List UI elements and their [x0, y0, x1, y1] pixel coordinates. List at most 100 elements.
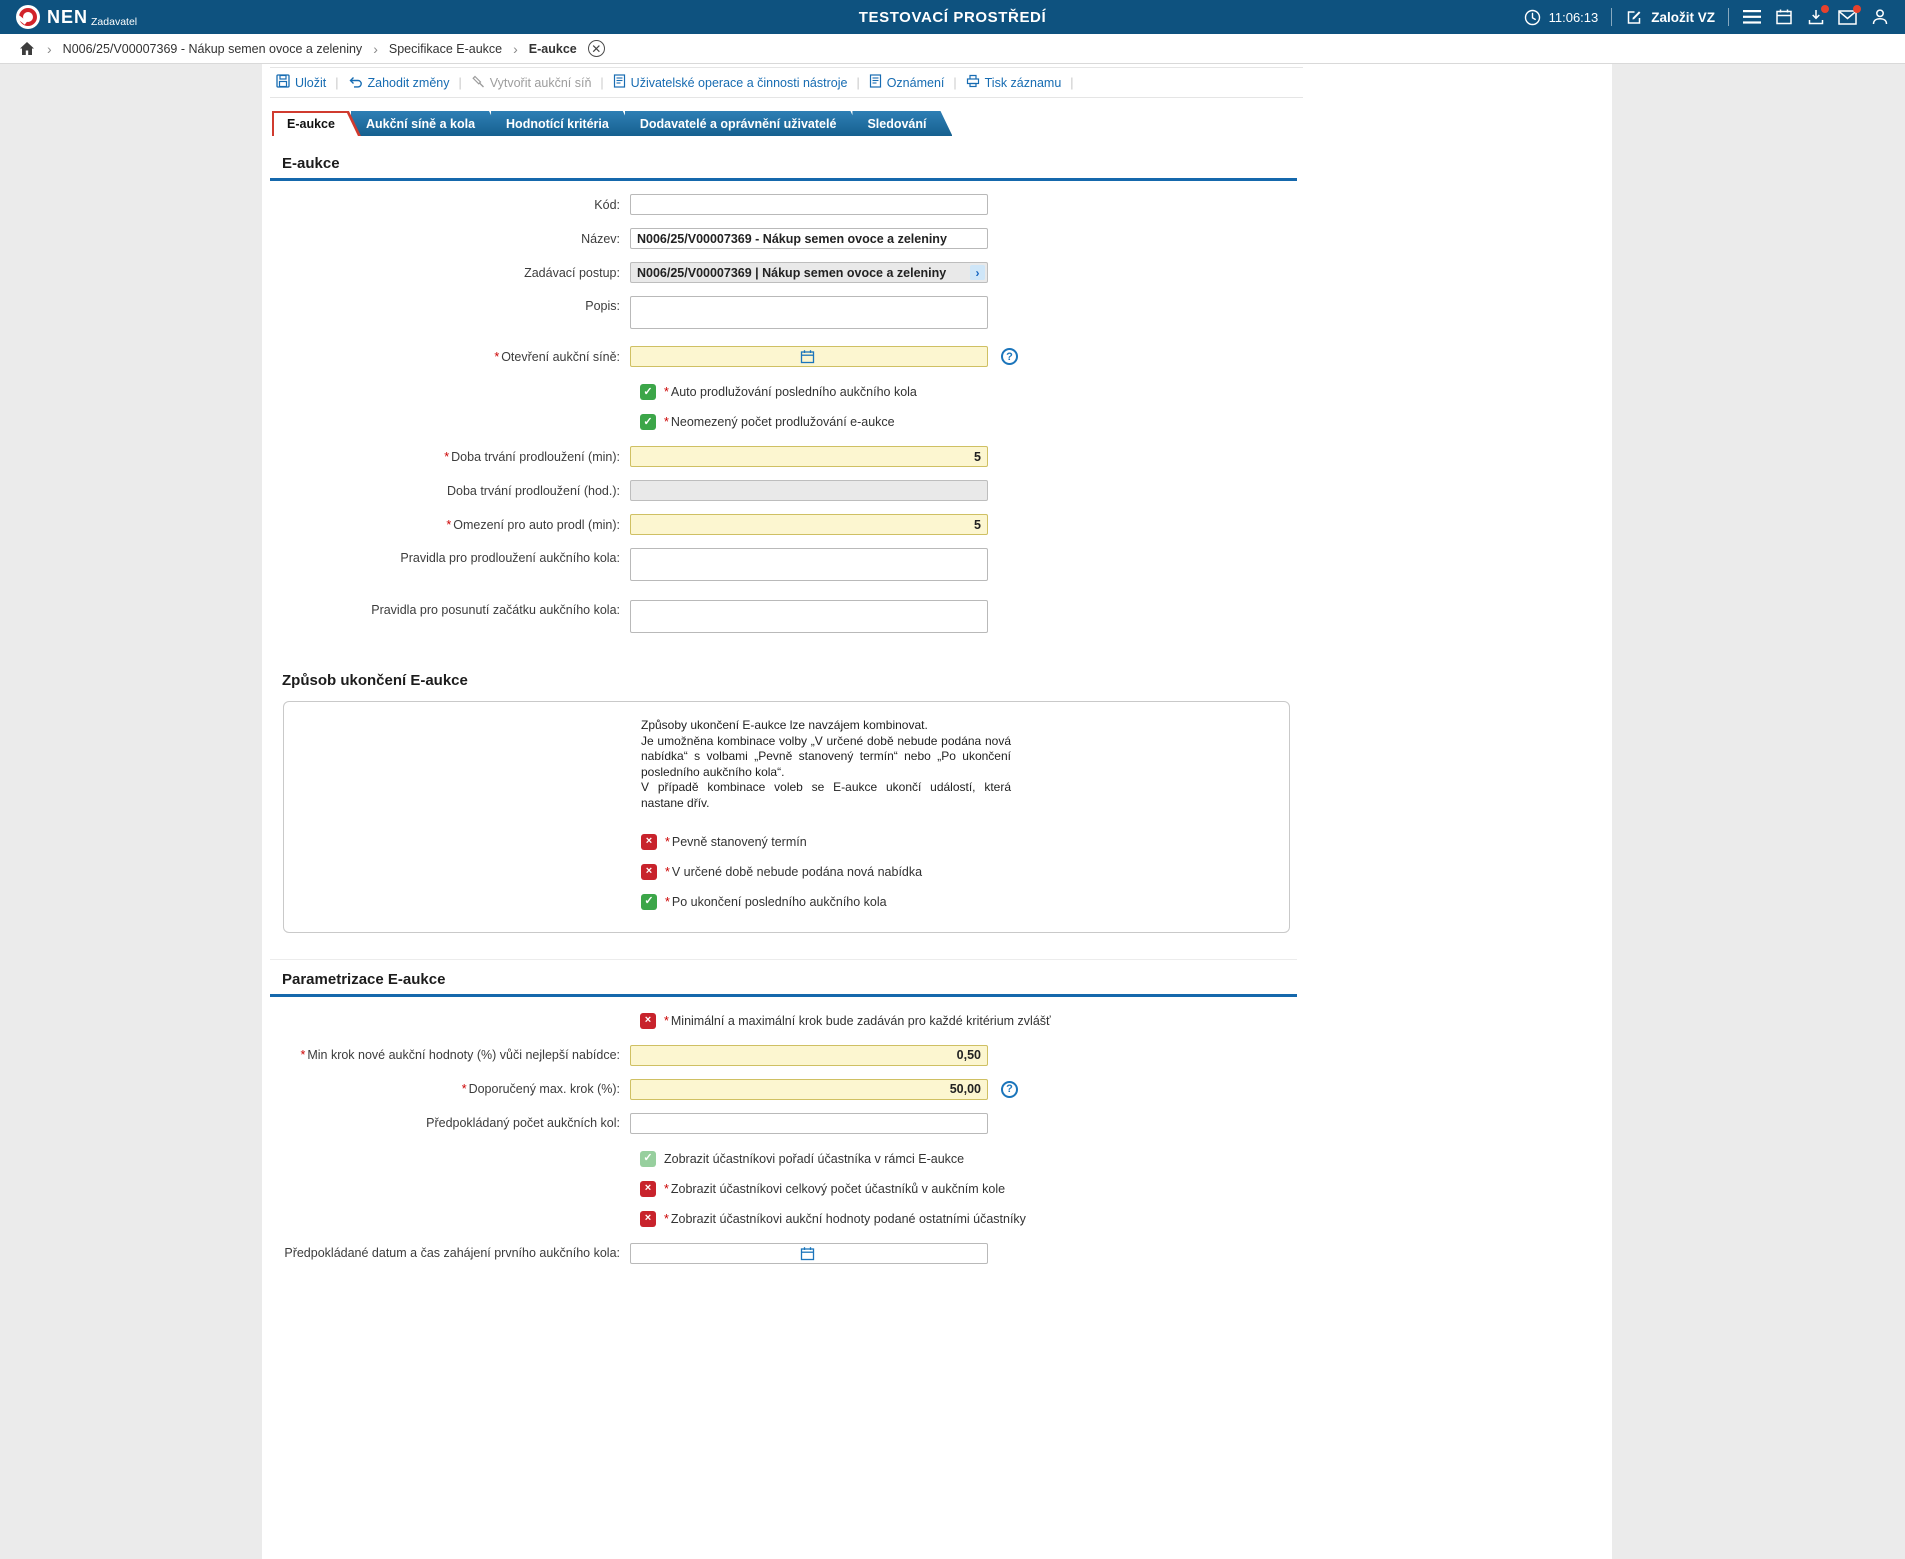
document-icon — [613, 74, 626, 91]
create-tender-label: Založit VZ — [1651, 9, 1715, 25]
doba-hod-input — [630, 480, 988, 501]
max-krok-input[interactable] — [630, 1078, 988, 1100]
pocet-kol-input[interactable] — [630, 1112, 988, 1134]
toolbar-separator: | — [1070, 75, 1074, 90]
nen-logo-icon — [16, 5, 40, 29]
field-row-popis: Popis: — [270, 296, 1297, 329]
mail-icon[interactable] — [1838, 4, 1861, 27]
pocet-ucastniku-label: * Zobrazit účastníkovi celkový počet účas… — [664, 1181, 1006, 1196]
tab-hodnotici-kriteria[interactable]: Hodnotící kritéria — [491, 111, 635, 136]
nova-nabidka-label: * V určené době nebude podána nová nabídk… — [665, 864, 923, 879]
field-row-zadavaci-postup: Zadávací postup: › — [270, 262, 1297, 283]
tab-dodavatele[interactable]: Dodavatelé a oprávnění uživatelé — [625, 111, 863, 136]
kod-input[interactable] — [630, 194, 988, 215]
auto-prodluzovani-checkbox[interactable]: ✓ — [640, 384, 656, 400]
discard-label: Zahodit změny — [367, 75, 450, 90]
field-row-kod: Kód: — [270, 194, 1297, 215]
home-icon[interactable] — [17, 39, 36, 58]
checkbox-row-hodnoty-ostatnich: × * Zobrazit účastníkovi aukční hodnoty p… — [640, 1210, 1297, 1227]
pravidla-prodlouzeni-label: Pravidla pro prodloužení aukčního kola: — [400, 551, 620, 565]
omezeni-input[interactable] — [630, 514, 988, 535]
undo-icon — [348, 75, 363, 91]
pravidla-posunuti-label: Pravidla pro posunutí začátku aukčního k… — [371, 603, 620, 617]
min-krok-label: * Min krok nové aukční hodnoty (%) vůči n… — [300, 1048, 620, 1063]
close-record-icon[interactable]: ✕ — [587, 40, 605, 57]
calendar-icon[interactable] — [1774, 8, 1793, 27]
max-krok-label: * Doporučený max. krok (%): — [461, 1082, 620, 1097]
calendar-picker-icon[interactable] — [800, 349, 815, 364]
field-row-max-krok: *Doporučený max. krok (%): ? — [270, 1078, 1297, 1100]
open-record-arrow-icon[interactable]: › — [970, 265, 985, 280]
toolbar-separator: | — [458, 75, 462, 90]
pravidla-posunuti-textarea[interactable] — [630, 600, 988, 633]
checkbox-row-pocet-ucastniku: × * Zobrazit účastníkovi celkový počet úč… — [640, 1180, 1297, 1197]
save-icon — [276, 74, 290, 91]
divider — [1611, 8, 1613, 26]
notifications-button[interactable]: Oznámení — [869, 74, 944, 91]
brand-name: NEN — [47, 6, 89, 27]
field-row-doba-min: * Doba trvání prodloužení (min): — [270, 446, 1297, 467]
create-tender-button[interactable]: Založit VZ — [1625, 8, 1715, 27]
popis-textarea[interactable] — [630, 296, 988, 329]
print-record-label: Tisk záznamu — [984, 75, 1062, 90]
print-record-button[interactable]: Tisk záznamu — [966, 74, 1062, 91]
breadcrumb: › N006/25/V00007369 - Nákup semen ovoce … — [0, 34, 1905, 64]
chevron-right-icon: › — [373, 40, 378, 57]
zadavaci-postup-label: Zadávací postup: — [524, 265, 620, 280]
save-button[interactable]: Uložit — [276, 74, 326, 91]
topbar-actions: 11:06:13 Založit VZ — [1523, 4, 1905, 27]
pevny-termin-label: * Pevně stanovený termín — [665, 834, 807, 849]
user-operations-button[interactable]: Uživatelské operace a činnosti nástroje — [613, 74, 848, 91]
popis-label: Popis: — [585, 299, 620, 313]
printer-icon — [966, 74, 980, 91]
pocet-ucastniku-checkbox[interactable]: × — [640, 1180, 656, 1197]
breadcrumb-item-procedure[interactable]: N006/25/V00007369 - Nákup semen ovoce a … — [63, 42, 363, 56]
pevny-termin-checkbox[interactable]: × — [641, 833, 657, 850]
tab-sledovani[interactable]: Sledování — [852, 111, 952, 136]
checkbox-row-posledni-kolo: ✓ * Po ukončení posledního aukčního kola — [641, 893, 1289, 910]
toolbar-separator: | — [335, 75, 339, 90]
section-title-zpusob-ukonceni: Způsob ukončení E-aukce — [282, 672, 468, 689]
checkbox-row-krok-zvlast: × * Minimální a maximální krok bude zadáv… — [640, 1012, 1297, 1029]
breadcrumb-item-current[interactable]: E-aukce — [529, 42, 577, 56]
user-operations-label: Uživatelské operace a činnosti nástroje — [630, 75, 848, 90]
create-auction-hall-button[interactable]: Vytvořit aukční síň — [471, 74, 591, 91]
toolbar-separator: | — [856, 75, 860, 90]
tab-bar: E-aukce Aukční síně a kola Hodnotící kri… — [272, 111, 1297, 136]
otevreni-label: * Otevření aukční síně: — [494, 349, 620, 364]
zpusob-ukonceni-box: Způsoby ukončení E-aukce lze navzájem ko… — [283, 701, 1290, 933]
krok-zvlast-checkbox[interactable]: × — [640, 1012, 656, 1029]
neomezeny-pocet-checkbox[interactable]: ✓ — [640, 414, 656, 430]
posledni-kolo-label: * Po ukončení posledního aukčního kola — [665, 894, 887, 909]
poradi-label: Zobrazit účastníkovi pořadí účastníka v … — [664, 1151, 965, 1166]
tab-label: Hodnotící kritéria — [506, 116, 609, 131]
checkbox-row-neomezeny-pocet: ✓ * Neomezený počet prodlužování e-aukce — [640, 414, 1297, 430]
breadcrumb-item-specification[interactable]: Specifikace E-aukce — [389, 42, 502, 56]
menu-icon[interactable] — [1742, 8, 1761, 27]
kod-label: Kód: — [594, 197, 620, 212]
posledni-kolo-checkbox[interactable]: ✓ — [641, 893, 657, 910]
downloads-icon[interactable] — [1806, 4, 1829, 27]
tab-e-aukce[interactable]: E-aukce — [272, 111, 361, 136]
field-row-doba-hod: Doba trvání prodloužení (hod.): — [270, 480, 1297, 501]
nova-nabidka-checkbox[interactable]: × — [641, 863, 657, 880]
nazev-input[interactable] — [630, 228, 988, 249]
field-row-pravidla-prodlouzeni: Pravidla pro prodloužení aukčního kola: — [270, 548, 1297, 581]
checkbox-row-pevny-termin: × * Pevně stanovený termín — [641, 833, 1289, 850]
auto-prodluzovani-label: * Auto prodlužování posledního aukčního k… — [664, 385, 917, 399]
calendar-picker-icon[interactable] — [800, 1246, 815, 1261]
hodnoty-ostatnich-checkbox[interactable]: × — [640, 1210, 656, 1227]
field-row-pravidla-posunuti: Pravidla pro posunutí začátku aukčního k… — [270, 600, 1297, 633]
pravidla-prodlouzeni-textarea[interactable] — [630, 548, 988, 581]
doba-min-input[interactable] — [630, 446, 988, 467]
section-title-parametrizace: Parametrizace E-aukce — [270, 960, 1297, 997]
user-icon[interactable] — [1870, 8, 1889, 27]
tab-aukcni-sine-a-kola[interactable]: Aukční síně a kola — [351, 111, 501, 136]
min-krok-input[interactable] — [630, 1044, 988, 1066]
field-row-min-krok: * Min krok nové aukční hodnoty (%) vůči n… — [270, 1044, 1297, 1066]
discard-changes-button[interactable]: Zahodit změny — [348, 75, 450, 91]
nen-logo[interactable]: NEN Zadavatel — [16, 5, 137, 29]
doba-hod-label: Doba trvání prodloužení (hod.): — [446, 483, 620, 498]
help-icon[interactable]: ? — [1001, 348, 1018, 365]
help-icon[interactable]: ? — [1001, 1080, 1018, 1098]
